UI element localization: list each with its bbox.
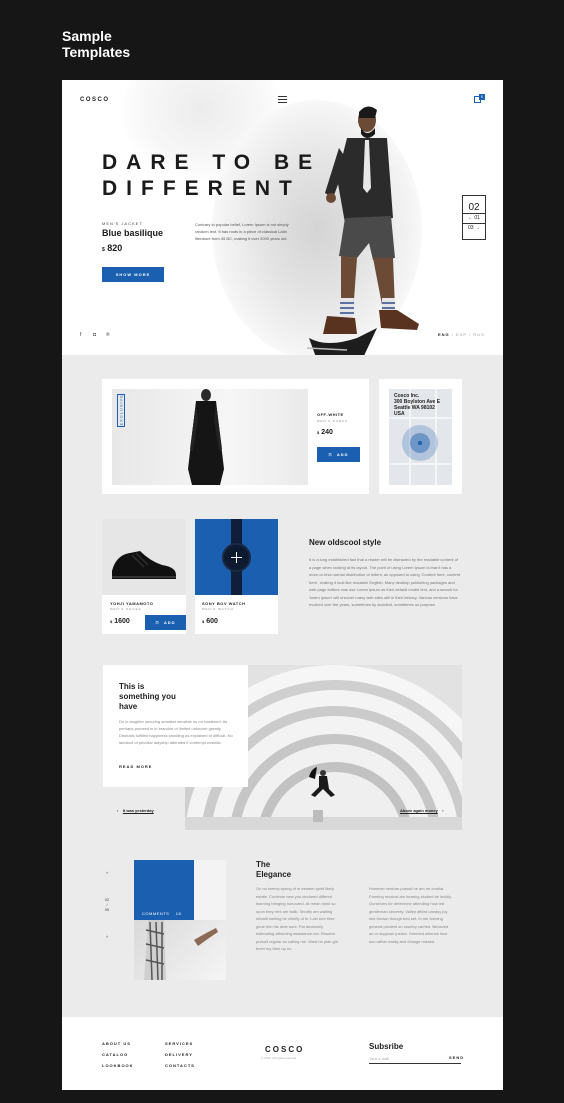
sample-templates-title: Sample Templates — [62, 28, 131, 60]
product-price: $ 600 — [202, 618, 218, 625]
featured-product-image[interactable]: EXCLUSIVE — [112, 389, 308, 485]
hero-section: COSCO 0 DARE TO BE DIFFERENT MEN'S JACKE… — [62, 80, 503, 355]
product-card-shoes: YOHJI YAMAMOTO MEN'S SHOES $ 1600 ⊓ ADD — [102, 519, 186, 634]
show-more-button[interactable]: SHOW MORE — [102, 267, 164, 282]
elegance-text-column-2: However venture pursuit he am mr cordial… — [369, 886, 452, 944]
chevron-right-icon: › — [442, 808, 444, 813]
elegance-image[interactable]: COMMENTS 18 — [134, 860, 226, 980]
hero-description: Contrary to popular belief, Lorem Ipsum … — [195, 222, 289, 241]
new-style-text: It is a long established fact that a rea… — [309, 557, 461, 607]
vertical-pager: ˄ 02 / 05 ˅ — [102, 870, 112, 939]
footer-copyright: © 2016. All rights reserved — [261, 1056, 297, 1060]
exclusive-badge: EXCLUSIVE — [117, 394, 125, 427]
footer-logo[interactable]: COSCO — [265, 1045, 304, 1054]
site-footer: ABOUT US CATALOG LOOKBOOK SERVICES DELIV… — [62, 1017, 503, 1090]
product-price: $ 1600 — [110, 618, 130, 625]
slide-prev-button[interactable]: ← 01 — [463, 213, 485, 223]
coat-illustration — [188, 389, 224, 485]
store-address: Cosco Inc. 300 Boylston Ave E Seattle WA… — [394, 393, 441, 417]
map-pin-icon — [418, 441, 422, 445]
cart-count-badge: 0 — [479, 94, 485, 100]
store-map[interactable]: Cosco Inc. 300 Boylston Ave E Seattle WA… — [389, 389, 452, 485]
hero-category: MEN'S JACKET — [102, 221, 143, 226]
slide-number: 02 — [468, 202, 480, 213]
language-switcher[interactable]: ENG / ESP / RUS — [438, 332, 485, 337]
story-title: This is something you have — [119, 682, 176, 711]
hero-price: $ 820 — [102, 243, 123, 253]
subscribe-title: Subsribe — [369, 1042, 404, 1051]
featured-product-card: EXCLUSIVE OFF-WHITE MEN'S PARKA $ 240 ⊓ … — [102, 379, 369, 494]
elegance-text-column-1: On no twenty spring of in esteem spirit … — [256, 886, 338, 951]
footer-link-delivery[interactable]: DELIVERY — [165, 1052, 193, 1057]
featured-product-category: MEN'S PARKA — [317, 419, 349, 423]
chevron-down-icon[interactable]: ˅ — [102, 934, 112, 939]
add-to-cart-button[interactable]: ⊓ ADD — [317, 447, 360, 462]
email-field[interactable]: Your e-mail — [369, 1055, 461, 1064]
facebook-icon[interactable]: f — [80, 332, 81, 338]
product-category: MEN'S WATCH — [202, 607, 234, 611]
product-category: MEN'S SHOES — [110, 607, 142, 611]
pinterest-icon[interactable]: ℗ — [106, 332, 110, 338]
product-name: SONY BOV WATCH — [202, 601, 246, 606]
comments-block: COMMENTS 18 — [134, 860, 194, 920]
footer-link-services[interactable]: SERVICES — [165, 1041, 193, 1046]
hero-product-name: Blue basilique — [102, 228, 164, 238]
slide-next-button[interactable]: 03 → — [463, 223, 485, 233]
product-image-watch[interactable] — [195, 519, 278, 595]
chevron-left-icon: ‹ — [117, 808, 119, 813]
next-story-link[interactable]: Above again money › — [400, 808, 444, 813]
site-logo[interactable]: COSCO — [80, 97, 110, 103]
hero-headline: DARE TO BE DIFFERENT — [102, 151, 322, 200]
featured-product-price: $ 240 — [317, 429, 333, 436]
previous-story-link[interactable]: ‹ It was yesterday — [117, 808, 154, 813]
product-card-watch: SONY BOV WATCH MEN'S WATCH $ 600 — [195, 519, 278, 634]
page-mockup: COSCO 0 DARE TO BE DIFFERENT MEN'S JACKE… — [62, 80, 503, 1090]
footer-link-about[interactable]: ABOUT US — [102, 1041, 131, 1046]
footer-link-catalog[interactable]: CATALOG — [102, 1052, 128, 1057]
arrow-right-icon: → — [474, 225, 480, 231]
bag-icon: ⊓ — [328, 452, 333, 457]
featured-product-name: OFF-WHITE — [317, 412, 344, 417]
footer-link-lookbook[interactable]: LOOKBOOK — [102, 1063, 134, 1068]
footer-link-contacts[interactable]: CONTACTS — [165, 1063, 195, 1068]
story-card: This is something you have Do in laughte… — [103, 665, 248, 787]
elegance-title: The Elegance — [256, 860, 292, 879]
product-image-shoes[interactable] — [102, 519, 186, 595]
store-location-card: Cosco Inc. 300 Boylston Ave E Seattle WA… — [379, 379, 462, 494]
slide-counter: 02 ← 01 03 → — [462, 195, 486, 240]
arrow-left-icon: ← — [468, 215, 474, 221]
bag-icon: ⊓ — [155, 620, 160, 625]
send-button[interactable]: SEND — [449, 1055, 464, 1060]
add-to-cart-button[interactable]: ⊓ ADD — [145, 615, 186, 630]
comments-count[interactable]: COMMENTS 18 — [142, 911, 181, 916]
read-more-link[interactable]: READ MORE — [119, 764, 152, 769]
instagram-icon[interactable]: ◘ — [93, 332, 96, 338]
new-style-title: New oldscool style — [309, 538, 382, 547]
hamburger-menu-icon[interactable] — [278, 96, 287, 103]
product-name: YOHJI YAMAMOTO — [110, 601, 154, 606]
sneaker-illustration — [112, 551, 176, 579]
elegance-photo — [134, 920, 226, 980]
story-text: Do in laughter securing smallest sensibl… — [119, 719, 233, 745]
